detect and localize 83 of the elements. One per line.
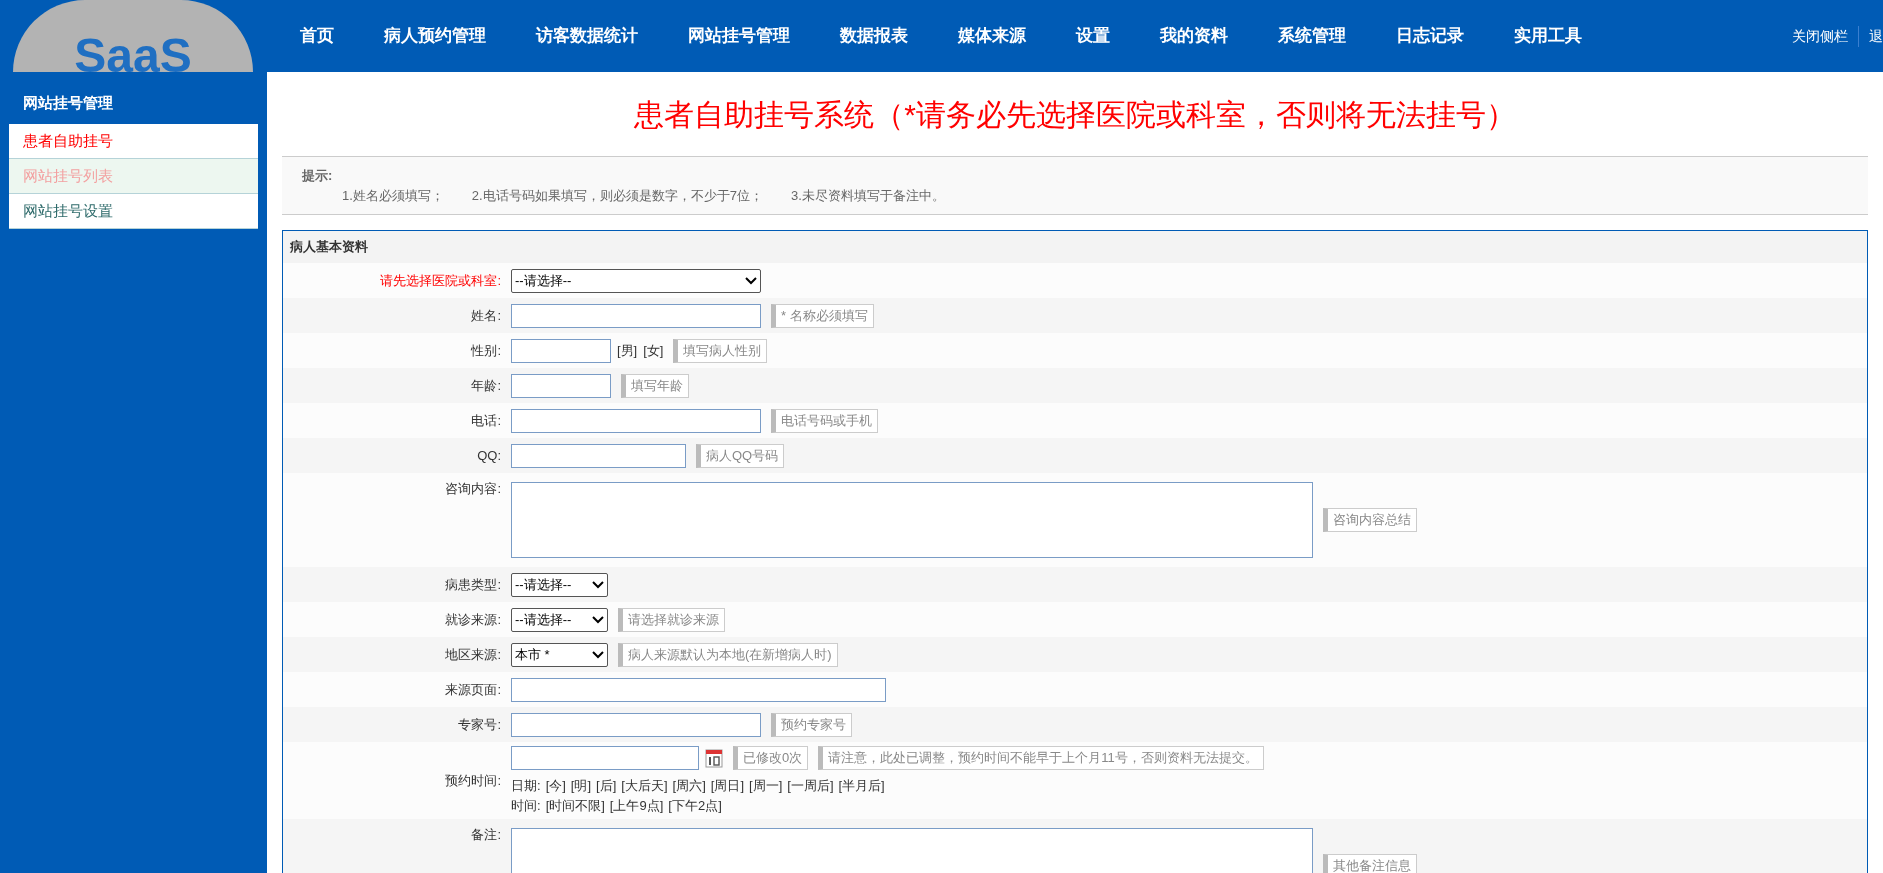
field-label: 姓名: <box>470 306 502 325</box>
text-area[interactable] <box>511 482 1313 558</box>
dropdown[interactable]: --请选择-- <box>511 607 608 632</box>
gender-link[interactable]: [男] <box>617 340 638 361</box>
sidebar-item[interactable]: 患者自助挂号 <box>9 124 258 159</box>
dropdown[interactable]: --请选择-- <box>511 572 608 597</box>
field-label: QQ: <box>476 446 502 465</box>
date-link[interactable]: [一周后] <box>787 776 834 796</box>
chevron-down-icon <box>592 650 604 659</box>
tips-title: 提示: <box>302 167 334 185</box>
section-title: 病人基本资料 <box>283 231 1867 263</box>
date-link[interactable]: [今] <box>545 776 566 796</box>
nav-link[interactable]: 首页 <box>300 23 334 49</box>
dropdown[interactable]: 本市 * <box>511 642 608 667</box>
field-label: 地区来源: <box>444 645 502 664</box>
page-title: 患者自助挂号系统（*请务必先选择医院或科室，否则将无法挂号） <box>633 96 1517 133</box>
time-link[interactable]: [时间不限] <box>545 795 605 815</box>
hint-label: 已修改0次 <box>733 746 809 770</box>
chevron-down-icon <box>592 580 604 589</box>
field-label: 病患类型: <box>444 575 502 594</box>
field-label: 咨询内容: <box>444 480 502 498</box>
tip-text: 3.未尽资料填写于备注中。 <box>790 186 945 205</box>
logo-cloud: SaaS <box>13 0 253 72</box>
hint-label: 预约专家号 <box>771 712 852 737</box>
date-link[interactable]: [周一] <box>749 776 783 796</box>
nav-link[interactable]: 访客数据统计 <box>536 23 638 49</box>
hint-label: 其他备注信息 <box>1323 854 1417 873</box>
text-input[interactable] <box>511 443 686 468</box>
date-link[interactable]: [大后天] <box>621 776 668 796</box>
text-input[interactable] <box>511 712 761 737</box>
text-input[interactable] <box>511 408 761 433</box>
date-input[interactable] <box>511 746 699 770</box>
time-link[interactable]: [上午9点] <box>609 795 664 815</box>
date-link[interactable]: [明] <box>570 776 592 796</box>
date-link[interactable]: [周六] <box>672 776 706 796</box>
date-link[interactable]: [后] <box>596 776 617 796</box>
hint-label: 病人QQ号码 <box>696 443 785 468</box>
hint-label: 填写病人性别 <box>673 338 768 363</box>
text-input[interactable] <box>511 338 611 363</box>
chevron-down-icon <box>745 276 757 285</box>
field-label: 来源页面: <box>444 680 502 699</box>
sidebar-title: 网站挂号管理 <box>22 93 114 114</box>
field-label: 专家号: <box>457 715 502 734</box>
date-link[interactable]: [半月后] <box>838 776 885 796</box>
text-input[interactable] <box>511 373 611 398</box>
hint-label: 病人来源默认为本地(在新增病人时) <box>618 642 838 667</box>
header-link[interactable]: 退 <box>1858 25 1883 47</box>
hint-label: 请选择就诊来源 <box>618 607 725 632</box>
time-link[interactable]: [下午2点] <box>668 795 722 815</box>
hint-label: 填写年龄 <box>621 373 689 398</box>
tip-text: 1.姓名必须填写； <box>342 186 444 205</box>
gender-link[interactable]: [女] <box>643 340 664 361</box>
nav-link[interactable]: 病人预约管理 <box>384 23 486 49</box>
nav-link[interactable]: 日志记录 <box>1396 23 1464 49</box>
field-label: 就诊来源: <box>444 610 502 629</box>
field-label: 请先选择医院或科室: <box>379 271 502 290</box>
date-link[interactable]: [周日] <box>710 776 745 796</box>
field-label: 预约时间: <box>444 771 502 790</box>
quick-label: 时间: <box>511 796 541 815</box>
nav-link[interactable]: 数据报表 <box>840 23 908 49</box>
sidebar-item[interactable]: 网站挂号设置 <box>9 194 258 229</box>
chevron-down-icon <box>592 615 604 624</box>
hint-label: 电话号码或手机 <box>771 408 878 433</box>
text-input[interactable] <box>511 303 761 328</box>
nav-link[interactable]: 网站挂号管理 <box>688 23 790 49</box>
nav-link[interactable]: 我的资料 <box>1160 23 1228 49</box>
quick-label: 日期: <box>511 777 541 795</box>
field-label: 备注: <box>470 826 502 844</box>
text-input[interactable] <box>511 677 886 702</box>
hint-label: 咨询内容总结 <box>1323 508 1417 532</box>
nav-link[interactable]: 设置 <box>1076 23 1110 49</box>
nav-link[interactable]: 媒体来源 <box>958 23 1026 49</box>
tip-text: 2.电话号码如果填写，则必须是数字，不少于7位； <box>471 186 763 205</box>
calendar-icon[interactable] <box>705 748 723 768</box>
header-link[interactable]: 关闭侧栏 <box>1792 25 1848 47</box>
nav-link[interactable]: 实用工具 <box>1514 23 1582 49</box>
hint-label: * 名称必须填写 <box>771 303 874 328</box>
field-label: 性别: <box>470 341 502 360</box>
field-label: 电话: <box>470 411 502 430</box>
dropdown[interactable]: --请选择-- <box>511 268 761 293</box>
nav-link[interactable]: 系统管理 <box>1278 23 1346 49</box>
field-label: 年龄: <box>470 376 502 395</box>
hint-label: 请注意，此处已调整，预约时间不能早于上个月11号，否则资料无法提交。 <box>818 746 1264 770</box>
